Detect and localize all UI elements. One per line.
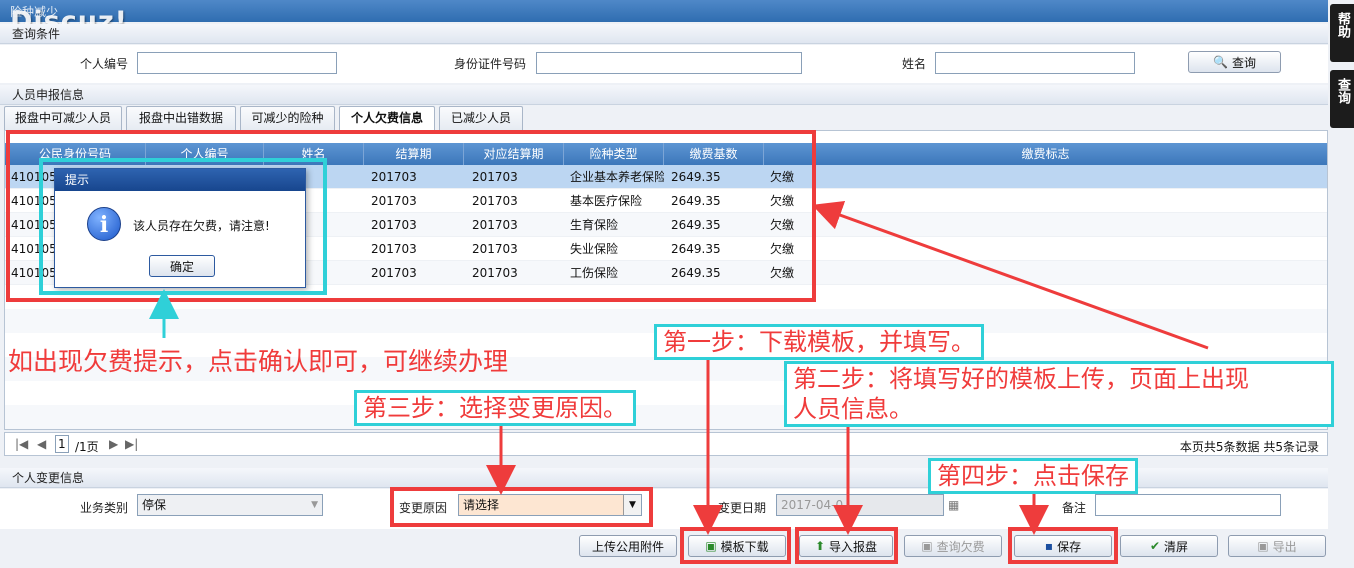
step4-annotation: 第四步：点击保存 [928, 458, 1138, 494]
step2-line1: 第二步：将填写好的模板上传，页面上出现 [793, 365, 1249, 393]
step1-annotation: 第一步：下载模板，并填写。 [654, 324, 984, 360]
annotation-arrows [149, 200, 1209, 535]
step2-line2: 人员信息。 [793, 395, 913, 423]
tip-annotation: 如出现欠费提示，点击确认即可，可继续办理 [8, 347, 509, 376]
step3-annotation: 第三步：选择变更原因。 [354, 390, 636, 426]
step2-annotation: 第二步：将填写好的模板上传，页面上出现 人员信息。 [784, 361, 1334, 427]
